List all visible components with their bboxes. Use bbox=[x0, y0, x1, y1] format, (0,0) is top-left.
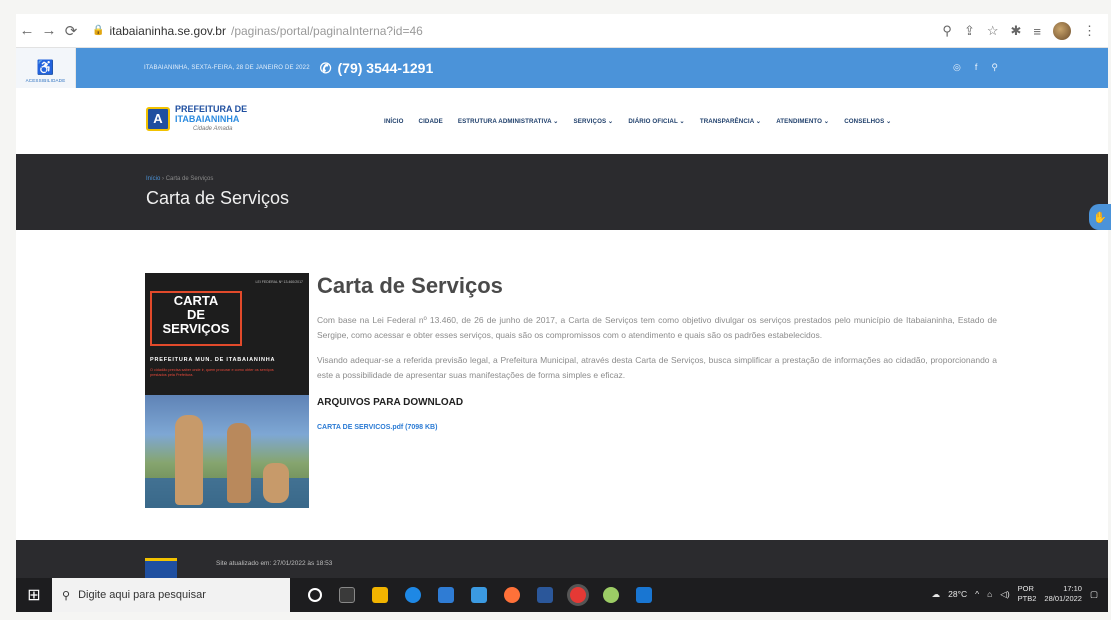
social-links: ◎ f ⚲ bbox=[953, 62, 998, 73]
search-icon: ⚲ bbox=[62, 589, 71, 602]
breadcrumb: Início › Carta de Serviços bbox=[146, 176, 213, 182]
app-icon[interactable] bbox=[603, 587, 619, 603]
profile-avatar[interactable] bbox=[1053, 22, 1071, 40]
windows-start-icon[interactable]: ⊞ bbox=[16, 578, 52, 612]
current-date: ITABAIANINHA, SEXTA-FEIRA, 28 DE JANEIRO… bbox=[144, 65, 310, 71]
page-banner: Início › Carta de Serviços Carta de Serv… bbox=[16, 154, 1108, 230]
lang-layout: PTB2 bbox=[1017, 594, 1037, 603]
logo-line2: ITABAIANINHA bbox=[175, 114, 240, 124]
screenshot-frame: ← → ⟳ 🔒 itabaianinha.se.gov.br/paginas/p… bbox=[0, 0, 1111, 620]
cortana-icon[interactable] bbox=[308, 588, 322, 602]
system-tray: ☁ 28°C ^ ⌂ ◁) POR PTB2 17:10 28/01/2022 … bbox=[932, 584, 1098, 604]
firefox-icon[interactable] bbox=[504, 587, 520, 603]
cover-statue-1 bbox=[175, 415, 203, 505]
chrome-icon[interactable] bbox=[570, 587, 586, 603]
cover-title-line3: SERVIÇOS bbox=[162, 321, 230, 336]
cover-image: LEI FEDERAL Nº 13.460/2017 CARTA DE SERV… bbox=[145, 273, 309, 508]
site-footer: Site atualizado em: 27/01/2022 às 18:53 bbox=[16, 540, 1108, 578]
article-paragraph-2: Visando adequar-se a referida previsão l… bbox=[317, 355, 997, 380]
phone-icon: ✆ bbox=[319, 59, 332, 76]
notifications-icon[interactable]: ▢ bbox=[1090, 589, 1098, 600]
article: Carta de Serviços Com base na Lei Federa… bbox=[317, 273, 997, 434]
logo-tagline: Cidade Amada bbox=[193, 126, 233, 132]
taskbar-search-placeholder: Digite aqui para pesquisar bbox=[78, 589, 206, 601]
reload-icon[interactable]: ⟳ bbox=[60, 22, 82, 40]
browser-actions: ⚲ ⇪ ☆ ✱ ≡ ⋮ bbox=[942, 22, 1096, 40]
calculator-icon[interactable] bbox=[636, 587, 652, 603]
cover-title-line2: DE bbox=[186, 307, 206, 322]
lock-icon: 🔒 bbox=[92, 25, 105, 36]
menu-item-cidade[interactable]: CIDADE bbox=[419, 118, 443, 125]
menu-item-inicio[interactable]: INÍCIO bbox=[384, 118, 404, 125]
edge-icon[interactable] bbox=[405, 587, 421, 603]
system-clock[interactable]: 17:10 28/01/2022 bbox=[1044, 584, 1082, 604]
network-icon[interactable]: ⌂ bbox=[987, 589, 992, 599]
downloads-title: ARQUIVOS PARA DOWNLOAD bbox=[317, 397, 464, 408]
url-path: /paginas/portal/paginaInterna?id=46 bbox=[230, 23, 423, 38]
cover-prefeitura: PREFEITURA MUN. DE ITABAIANINHA bbox=[150, 357, 276, 363]
zoom-icon[interactable]: ⚲ bbox=[942, 23, 952, 39]
crest-icon: A bbox=[146, 107, 170, 131]
task-view-icon[interactable] bbox=[339, 587, 355, 603]
url-domain: itabaianinha.se.gov.br bbox=[109, 23, 226, 38]
article-heading: Carta de Serviços bbox=[317, 273, 503, 298]
volume-icon[interactable]: ◁) bbox=[1000, 589, 1009, 600]
cover-description: O cidadão precisa saber onde ir, quem pr… bbox=[150, 368, 274, 377]
menu-item-transparencia[interactable]: TRANSPARÊNCIA ⌄ bbox=[700, 118, 761, 125]
breadcrumb-current: Carta de Serviços bbox=[165, 176, 214, 182]
site-header: A PREFEITURA DE ITABAIANINHA Cidade Amad… bbox=[16, 88, 1108, 154]
logo-line1: PREFEITURA DE bbox=[175, 104, 248, 114]
extensions-icon[interactable]: ✱ bbox=[1011, 23, 1022, 39]
clock-date: 28/01/2022 bbox=[1044, 594, 1082, 603]
page-title: Carta de Serviços bbox=[146, 188, 290, 208]
browser-toolbar: ← → ⟳ 🔒 itabaianinha.se.gov.br/paginas/p… bbox=[16, 14, 1108, 48]
menu-item-estrutura[interactable]: ESTRUTURA ADMINISTRATIVA ⌄ bbox=[458, 118, 559, 125]
top-info-bar: ITABAIANINHA, SEXTA-FEIRA, 28 DE JANEIRO… bbox=[76, 48, 1108, 88]
cover-statue-2 bbox=[227, 423, 251, 503]
vlibras-icon[interactable]: ✋ bbox=[1089, 204, 1111, 230]
share-icon[interactable]: ⇪ bbox=[964, 23, 975, 39]
language-indicator[interactable]: POR PTB2 bbox=[1018, 584, 1037, 604]
word-icon[interactable] bbox=[537, 587, 553, 603]
bookmark-star-icon[interactable]: ☆ bbox=[987, 23, 999, 39]
phone-number[interactable]: ✆ (79) 3544-1291 bbox=[320, 60, 433, 77]
reading-list-icon[interactable]: ≡ bbox=[1033, 24, 1041, 39]
instagram-icon[interactable]: ◎ bbox=[953, 62, 961, 73]
tray-chevron-icon[interactable]: ^ bbox=[975, 589, 979, 599]
cover-top-note: LEI FEDERAL Nº 13.460/2017 bbox=[255, 280, 303, 284]
back-icon[interactable]: ← bbox=[16, 22, 38, 39]
download-link[interactable]: CARTA DE SERVICOS.pdf (7098 KB) bbox=[317, 424, 437, 431]
main-menu: INÍCIO CIDADE ESTRUTURA ADMINISTRATIVA ⌄… bbox=[384, 118, 891, 125]
cover-statue-3 bbox=[263, 463, 289, 503]
breadcrumb-home[interactable]: Início bbox=[146, 176, 160, 182]
phone-text: (79) 3544-1291 bbox=[337, 60, 434, 76]
main-content: LEI FEDERAL Nº 13.460/2017 CARTA DE SERV… bbox=[16, 230, 1108, 540]
lang-code: POR bbox=[1017, 584, 1034, 593]
site-logo[interactable]: A PREFEITURA DE ITABAIANINHA Cidade Amad… bbox=[146, 104, 247, 134]
mail-icon[interactable] bbox=[438, 587, 454, 603]
browser-menu-icon[interactable]: ⋮ bbox=[1083, 23, 1096, 39]
search-icon[interactable]: ⚲ bbox=[991, 62, 998, 73]
menu-item-servicos[interactable]: SERVIÇOS ⌄ bbox=[574, 118, 614, 125]
footer-logo bbox=[145, 558, 177, 578]
menu-item-diario[interactable]: DIÁRIO OFICIAL ⌄ bbox=[628, 118, 685, 125]
forward-icon[interactable]: → bbox=[38, 22, 60, 39]
accessibility-label: ACESSIBILIDADE bbox=[25, 78, 66, 83]
facebook-icon[interactable]: f bbox=[975, 62, 978, 73]
windows-taskbar: ⊞ ⚲ Digite aqui para pesquisar ☁ 28°C ^ … bbox=[16, 578, 1108, 612]
taskbar-search[interactable]: ⚲ Digite aqui para pesquisar bbox=[52, 578, 290, 612]
weather-icon: ☁ bbox=[931, 588, 941, 599]
accessibility-icon: ♿ bbox=[36, 59, 55, 75]
file-explorer-icon[interactable] bbox=[372, 587, 388, 603]
clock-time: 17:10 bbox=[1063, 584, 1082, 593]
address-bar[interactable]: 🔒 itabaianinha.se.gov.br/paginas/portal/… bbox=[92, 24, 423, 38]
article-paragraph-1: Com base na Lei Federal nº 13.460, de 26… bbox=[317, 315, 997, 340]
store-icon[interactable] bbox=[471, 587, 487, 603]
menu-item-atendimento[interactable]: ATENDIMENTO ⌄ bbox=[776, 118, 829, 125]
site-updated-text: Site atualizado em: 27/01/2022 às 18:53 bbox=[216, 560, 333, 567]
weather-temp[interactable]: 28°C bbox=[948, 589, 967, 599]
taskbar-apps bbox=[308, 587, 652, 603]
menu-item-conselhos[interactable]: CONSELHOS ⌄ bbox=[844, 118, 891, 125]
cover-title-line1: CARTA bbox=[173, 293, 219, 308]
